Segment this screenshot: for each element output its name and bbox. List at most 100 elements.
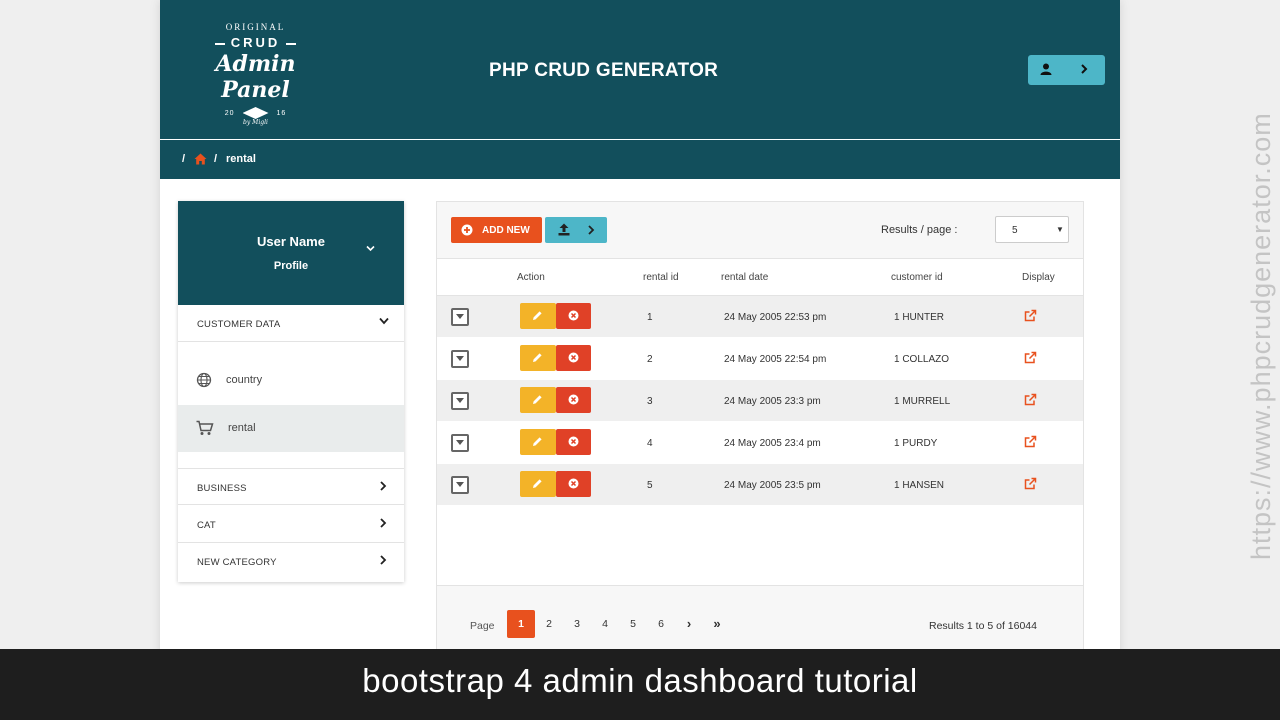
table-row[interactable]: 3 24 May 2005 23:3 pm 1 MURRELL xyxy=(437,380,1083,422)
cell-customer-id: 1 HUNTER xyxy=(894,312,945,323)
table-header: Action rental id rental date customer id… xyxy=(437,258,1083,296)
expand-row-icon[interactable] xyxy=(451,308,469,326)
table-row[interactable]: 4 24 May 2005 23:4 pm 1 PURDY xyxy=(437,422,1083,464)
sidebar-item-rental[interactable]: rental xyxy=(178,405,404,452)
expand-row-icon[interactable] xyxy=(451,476,469,494)
column-header-customer-id[interactable]: customer id xyxy=(891,272,943,283)
cell-rental-id: 3 xyxy=(647,396,653,407)
cell-customer-id: 1 MURRELL xyxy=(894,396,951,407)
edit-button[interactable] xyxy=(520,471,556,497)
pencil-icon xyxy=(533,479,542,488)
pencil-icon xyxy=(533,437,542,446)
app-window: ORIGINAL CRUD Admin Panel 20 16 by Migli … xyxy=(160,0,1120,720)
cart-icon xyxy=(196,420,214,435)
expand-row-icon[interactable] xyxy=(451,350,469,368)
delete-button[interactable] xyxy=(556,303,591,329)
edit-button[interactable] xyxy=(520,387,556,413)
cell-rental-id: 1 xyxy=(647,312,653,323)
page-link-4[interactable]: 4 xyxy=(591,610,619,638)
export-button[interactable] xyxy=(545,217,607,243)
table-row[interactable]: 2 24 May 2005 22:54 pm 1 COLLAZO xyxy=(437,338,1083,380)
delete-button[interactable] xyxy=(556,387,591,413)
next-page-button[interactable]: › xyxy=(675,610,703,638)
results-per-page-select[interactable]: 5 ▼ xyxy=(995,216,1069,243)
cell-rental-date: 24 May 2005 22:54 pm xyxy=(724,354,827,365)
delete-button[interactable] xyxy=(556,429,591,455)
column-header-rental-date[interactable]: rental date xyxy=(721,272,768,283)
sidebar-category-new-category[interactable]: NEW CATEGORY xyxy=(178,543,404,580)
table-row[interactable]: 5 24 May 2005 23:5 pm 1 HANSEN xyxy=(437,464,1083,506)
breadcrumb-separator: / xyxy=(182,153,186,165)
pencil-icon xyxy=(533,395,542,404)
chevron-right-icon xyxy=(380,555,387,565)
sidebar-category-label: CUSTOMER DATA xyxy=(197,319,281,330)
user-profile-panel[interactable]: User Name Profile xyxy=(178,201,404,305)
close-circle-icon xyxy=(568,394,579,405)
close-circle-icon xyxy=(568,310,579,321)
close-circle-icon xyxy=(568,436,579,447)
results-info: Results 1 to 5 of 16044 xyxy=(929,620,1037,632)
diamond-icon xyxy=(242,107,269,119)
logo-line2: CRUD xyxy=(178,35,333,50)
chevron-right-icon xyxy=(380,481,387,491)
app-title: PHP CRUD GENERATOR xyxy=(489,60,719,81)
sidebar-item-label: rental xyxy=(228,422,256,434)
sidebar-category-cat[interactable]: CAT xyxy=(178,506,404,543)
column-header-action: Action xyxy=(517,272,545,283)
logo-line3: Admin Panel xyxy=(215,51,296,103)
video-caption: bootstrap 4 admin dashboard tutorial xyxy=(362,662,918,699)
close-circle-icon xyxy=(568,478,579,489)
external-link-icon[interactable] xyxy=(1024,477,1037,490)
profile-link[interactable]: Profile xyxy=(178,260,404,272)
page-link-3[interactable]: 3 xyxy=(563,610,591,638)
last-page-button[interactable]: » xyxy=(703,610,731,638)
expand-row-icon[interactable] xyxy=(451,392,469,410)
expand-row-icon[interactable] xyxy=(451,434,469,452)
page-link-6[interactable]: 6 xyxy=(647,610,675,638)
logo-year: 20 16 xyxy=(178,107,333,119)
chevron-down-icon xyxy=(379,317,389,325)
cell-customer-id: 1 COLLAZO xyxy=(894,354,950,365)
cell-customer-id: 1 HANSEN xyxy=(894,480,945,491)
delete-button[interactable] xyxy=(556,471,591,497)
upload-icon xyxy=(558,223,570,236)
breadcrumb-separator: / xyxy=(214,153,218,165)
top-header: ORIGINAL CRUD Admin Panel 20 16 by Migli … xyxy=(160,0,1120,139)
cell-rental-date: 24 May 2005 22:53 pm xyxy=(724,312,827,323)
add-new-button[interactable]: ADD NEW xyxy=(451,217,542,243)
external-link-icon[interactable] xyxy=(1024,393,1037,406)
page-link-2[interactable]: 2 xyxy=(535,610,563,638)
page-link-1[interactable]: 1 xyxy=(507,610,535,638)
cell-rental-date: 24 May 2005 23:3 pm xyxy=(724,396,821,407)
sidebar-category-business[interactable]: BUSINESS xyxy=(178,468,404,505)
pagination-label: Page xyxy=(470,620,495,632)
sidebar-category-label: CAT xyxy=(197,520,216,531)
site-url-watermark: https://www.phpcrudgenerator.com xyxy=(1246,112,1276,560)
page-link-5[interactable]: 5 xyxy=(619,610,647,638)
edit-button[interactable] xyxy=(520,429,556,455)
external-link-icon[interactable] xyxy=(1024,309,1037,322)
edit-button[interactable] xyxy=(520,345,556,371)
logo-byline: by Migli xyxy=(243,119,268,126)
chevron-down-icon[interactable] xyxy=(366,245,375,252)
sidebar-item-label: country xyxy=(226,374,263,386)
cell-rental-id: 2 xyxy=(647,354,653,365)
chevron-right-icon xyxy=(1081,64,1088,74)
crud-admin-panel-logo[interactable]: ORIGINAL CRUD Admin Panel 20 16 by Migli xyxy=(178,18,333,126)
sidebar-item-country[interactable]: country xyxy=(178,357,404,404)
edit-button[interactable] xyxy=(520,303,556,329)
external-link-icon[interactable] xyxy=(1024,351,1037,364)
records-panel: ADD NEW Results / page : 5 ▼ Action rent… xyxy=(436,201,1084,671)
pencil-icon xyxy=(533,353,542,362)
external-link-icon[interactable] xyxy=(1024,435,1037,448)
sidebar-category-customer-data[interactable]: CUSTOMER DATA xyxy=(178,305,404,342)
caret-down-icon: ▼ xyxy=(1056,225,1064,234)
table-row[interactable]: 1 24 May 2005 22:53 pm 1 HUNTER xyxy=(437,296,1083,338)
delete-button[interactable] xyxy=(556,345,591,371)
column-header-rental-id[interactable]: rental id xyxy=(643,272,679,283)
pencil-icon xyxy=(533,311,542,320)
sidebar-category-label: BUSINESS xyxy=(197,483,247,494)
results-per-page-label: Results / page : xyxy=(881,224,958,236)
user-menu-button[interactable] xyxy=(1028,55,1105,85)
home-icon[interactable] xyxy=(194,153,207,165)
